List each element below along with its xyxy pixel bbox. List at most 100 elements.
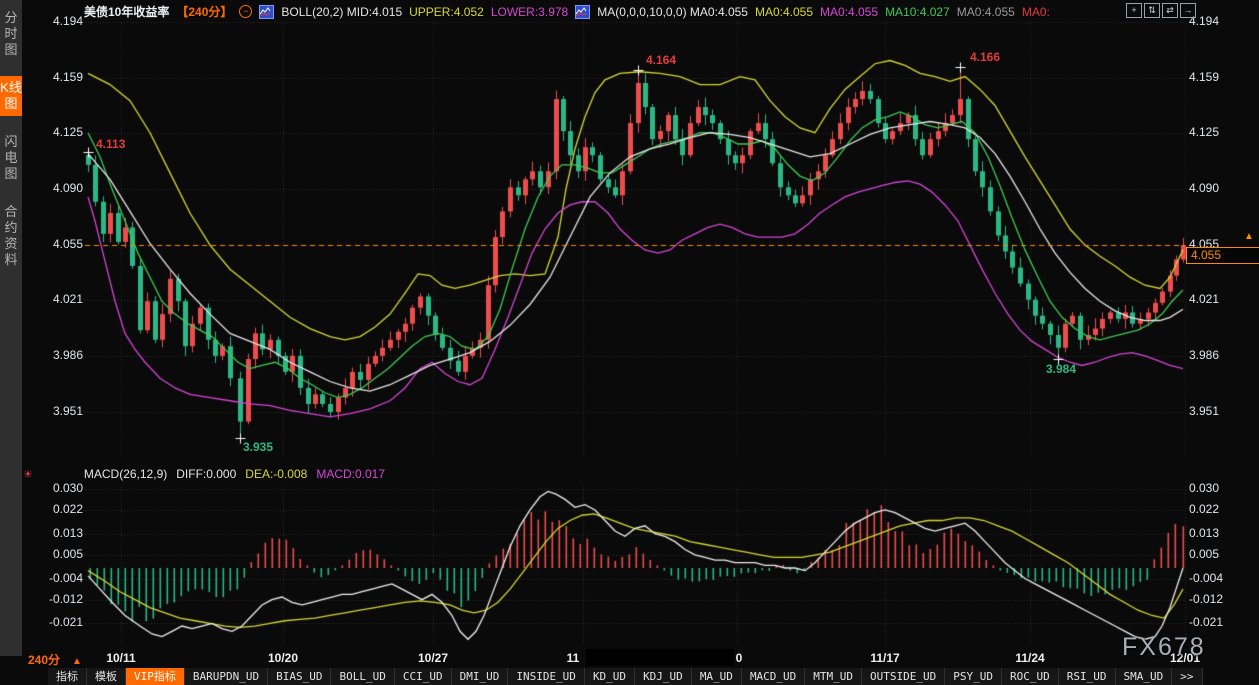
macd-axis-label-left: 0.013 [22,526,83,540]
price-extreme-label: 4.164 [646,53,676,67]
x-scale-icon[interactable]: ⇄ [1162,3,1178,18]
macd-dea-value: DEA:-0.008 [245,467,307,481]
macd-axis-label-right: -0.021 [1189,615,1223,629]
header-segment-10: MA0:4.055 [820,5,878,19]
macd-axis-label-left: 0.022 [22,502,83,516]
redaction-overlay [586,649,734,666]
period-selector[interactable]: 240分 ▲ [28,651,82,668]
indicator-tab-13[interactable]: MACD_UD [742,668,805,685]
price-axis-label-right: 3.951 [1189,404,1219,418]
header-segment-9: MA0:4.055 [755,5,813,19]
price-axis-label-left: 4.021 [30,292,83,306]
period-label: 240分 [28,653,60,667]
header-segment-0: 美债10年收益率 [84,3,169,20]
price-axis-label-left: 4.159 [30,70,83,84]
date-axis-label: 11/17 [870,651,899,665]
price-axis-label-left: 3.951 [30,404,83,418]
indicator-header: 美债10年收益率【240分】− BOLL(20,2) MID:4.015 UPPER… [84,3,1050,20]
indicator-tab-7[interactable]: CCI_UD [395,668,452,685]
sidebar-tab-2[interactable]: K线图 [0,76,22,116]
header-segment-12: MA0:4.055 [957,5,1015,19]
indicator-tab-9[interactable]: INSIDE_UD [508,668,585,685]
expand-right-icon[interactable]: → [1180,3,1196,18]
period-dropdown-arrow: ▲ [72,656,82,667]
indicator-tab-18[interactable]: RSI_UD [1059,668,1116,685]
indicator-tab-1[interactable]: 指标 [48,668,87,685]
price-extreme-label: 3.984 [1046,362,1076,376]
indicator-tab-19[interactable]: SMA_UD [1116,668,1173,685]
indicator-tab-15[interactable]: OUTSIDE_UD [862,668,945,685]
pan-icon[interactable]: + [1126,3,1142,18]
macd-axis-label-right: 0.030 [1189,481,1219,495]
price-axis-label-right: 4.125 [1189,125,1219,139]
macd-header: ☀ MACD(26,12,9) DIFF:0.000 DEA:-0.008 MA… [23,467,385,481]
watermark: FX678 [1122,633,1206,662]
macd-axis-label-right: 0.005 [1189,547,1219,561]
indicator-tab-4[interactable]: BARUPDN_UD [185,668,268,685]
y-scale-icon[interactable]: ⇅ [1144,3,1160,18]
price-axis-label-left: 4.125 [30,125,83,139]
current-price-value: 4.055 [1191,248,1221,262]
indicator-tab-17[interactable]: ROC_UD [1002,668,1059,685]
price-up-arrow-icon: ▲ [1244,231,1254,242]
date-axis-label: 11 [567,651,580,665]
price-axis-label-right: 3.986 [1189,348,1219,362]
trading-terminal: 分时图 K线图闪电图合约资料 美债10年收益率【240分】− BOLL(20,2) … [0,0,1259,685]
more-indicators-button[interactable]: >> [1172,668,1202,685]
sidebar-tab-1[interactable]: 分时图 [0,6,22,62]
indicator-tab-16[interactable]: PSY_UD [945,668,1002,685]
price-chart-canvas[interactable] [0,0,1259,685]
indicator-tab-14[interactable]: MTM_UD [805,668,862,685]
price-extreme-label: 4.166 [970,50,1000,64]
price-axis-label-left: 3.986 [30,348,83,362]
indicator-tab-10[interactable]: KD_UD [585,668,635,685]
sidebar-tab-4[interactable]: 合约资料 [0,200,22,272]
date-axis-label: 10/20 [268,651,298,665]
macd-axis-label-left: -0.004 [22,571,83,585]
header-segment-1: 【240分】 [176,3,232,20]
date-axis-label: 0 [736,651,743,665]
header-segment-13: MA0: [1022,5,1050,19]
macd-axis-label-right: -0.012 [1189,592,1223,606]
macd-params: MACD(26,12,9) [84,467,167,481]
indicator-tab-bar: 指标模板VIP指标BARUPDN_UDBIAS_UDBOLL_UDCCI_UDD… [48,668,1203,685]
indicator-tab-8[interactable]: DMI_UD [452,668,509,685]
price-extreme-label: 4.113 [96,137,125,151]
indicator-settings-icon[interactable]: ☀ [23,468,33,481]
mini-chart-icon[interactable] [575,5,590,19]
macd-axis-label-left: -0.021 [22,615,83,629]
chart-window-controls: +⇅⇄→ [1126,3,1196,18]
collapse-indicator-icon[interactable]: − [239,5,252,18]
indicator-tab-12[interactable]: MA_UD [692,668,742,685]
sidebar-tab-3[interactable]: 闪电图 [0,130,22,186]
macd-axis-label-left: 0.030 [22,481,83,495]
header-segment-6: LOWER:3.978 [491,5,568,19]
indicator-tab-11[interactable]: KDJ_UD [635,668,692,685]
macd-axis-label-right: 0.022 [1189,502,1219,516]
mini-chart-icon[interactable] [259,5,274,19]
price-axis-label-right: 4.021 [1189,292,1219,306]
price-axis-label-left: 4.090 [30,181,83,195]
indicator-tab-6[interactable]: BOLL_UD [331,668,394,685]
current-price-box: 4.055 [1186,247,1259,264]
macd-diff-value: DIFF:0.000 [176,467,236,481]
header-segment-8: MA(0,0,0,10,0,0) MA0:4.055 [597,5,748,19]
date-axis-label: 10/27 [418,651,448,665]
price-axis-label-right: 4.090 [1189,181,1219,195]
date-axis-label: 11/24 [1015,651,1044,665]
macd-macd-value: MACD:0.017 [316,467,385,481]
indicator-tab-3[interactable]: VIP指标 [126,668,185,685]
header-segment-4: BOLL(20,2) MID:4.015 [281,5,402,19]
indicator-tab-5[interactable]: BIAS_UD [268,668,331,685]
macd-axis-label-left: -0.012 [22,592,83,606]
macd-axis-label-left: 0.005 [22,547,83,561]
price-axis-label-left: 4.194 [30,14,83,28]
chart-type-sidebar: 分时图 K线图闪电图合约资料 [0,0,22,656]
header-segment-5: UPPER:4.052 [409,5,484,19]
price-axis-label-right: 4.159 [1189,70,1219,84]
date-axis-label: 10/11 [106,651,135,665]
macd-axis-label-right: -0.004 [1189,571,1223,585]
macd-axis-label-right: 0.013 [1189,526,1219,540]
indicator-tab-2[interactable]: 模板 [87,668,126,685]
header-segment-11: MA10:4.027 [885,5,950,19]
